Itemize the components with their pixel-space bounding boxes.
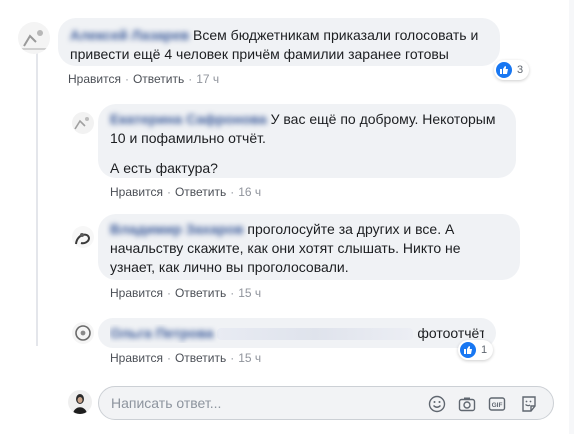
comment-author[interactable]: Ольга Петрова (110, 325, 214, 341)
comment-text: Всем бюджетникам приказали голосовать и (193, 27, 479, 43)
comment-bubble: Владимир Захаров проголосуйте за других … (98, 214, 520, 280)
svg-text:GIF: GIF (492, 402, 503, 409)
avatar[interactable] (68, 390, 92, 414)
comment-actions: Нравится · Ответить · 16 ч (110, 185, 262, 199)
scrollbar[interactable] (569, 0, 574, 434)
thread-line (36, 50, 38, 346)
comment-text: 10 и пофамильно отчёт. (110, 130, 266, 146)
comment-bubble: Алексей Лазарев Всем бюджетникам приказа… (58, 18, 500, 66)
comment-time[interactable]: 15 ч (238, 351, 261, 365)
like-link[interactable]: Нравится (110, 286, 163, 300)
like-link[interactable]: Нравится (110, 185, 163, 199)
comment-text: У вас ещё по доброму. Некоторым (270, 111, 496, 127)
comment-author[interactable]: Владимир Захаров (110, 221, 244, 237)
comment-text: проголосуйте за других и все. А (247, 221, 455, 237)
like-icon (460, 342, 476, 358)
comment-text: узнает, как лично вы проголосовали. (110, 259, 349, 275)
like-link[interactable]: Нравится (68, 72, 121, 86)
comment-bubble: Ольга Петрова фотоотчёты (98, 318, 496, 348)
gif-icon[interactable]: GIF (487, 394, 507, 414)
comment-time[interactable]: 17 ч (196, 72, 219, 86)
comment-text: начальству скажите, как они хотят слышат… (110, 240, 461, 256)
reply-link[interactable]: Ответить (175, 286, 226, 300)
reply-link[interactable]: Ответить (175, 351, 226, 365)
comment-time[interactable]: 15 ч (238, 286, 261, 300)
comment-text: А есть фактура? (110, 160, 218, 176)
comment-time[interactable]: 16 ч (238, 185, 261, 199)
reply-link[interactable]: Ответить (175, 185, 226, 199)
comment-thread: Алексей Лазарев Всем бюджетникам приказа… (0, 0, 574, 434)
reply-placeholder: Написать ответ... (111, 395, 222, 411)
comment-text: фотоотчёты (417, 325, 484, 341)
reaction-number: 3 (517, 64, 524, 76)
comment-actions: Нравится · Ответить · 15 ч (110, 286, 262, 300)
avatar[interactable] (72, 322, 94, 344)
comment-actions: Нравится · Ответить · 15 ч (110, 351, 262, 365)
reply-link[interactable]: Ответить (133, 72, 184, 86)
redacted-text (217, 328, 414, 341)
comment-text: привести ещё 4 человек причём фамилии за… (70, 46, 449, 62)
comment-author[interactable]: Алексей Лазарев (70, 27, 189, 43)
comment-actions: Нравится · Ответить · 17 ч (68, 72, 220, 86)
reaction-count[interactable]: 3 (494, 60, 530, 80)
like-link[interactable]: Нравится (110, 351, 163, 365)
comment-author[interactable]: Екатерина Сафронова (110, 111, 267, 127)
reaction-count[interactable]: 1 (458, 340, 494, 360)
emoji-icon[interactable] (427, 394, 447, 414)
sticker-icon[interactable] (519, 394, 539, 414)
avatar[interactable] (18, 22, 50, 54)
reply-input[interactable]: Написать ответ... GIF (98, 386, 554, 420)
avatar[interactable] (72, 226, 94, 248)
like-icon (496, 62, 512, 78)
reaction-number: 1 (481, 344, 488, 356)
comment-bubble: Екатерина Сафронова У вас ещё по доброму… (98, 104, 516, 178)
avatar[interactable] (72, 112, 94, 134)
camera-icon[interactable] (457, 394, 477, 414)
